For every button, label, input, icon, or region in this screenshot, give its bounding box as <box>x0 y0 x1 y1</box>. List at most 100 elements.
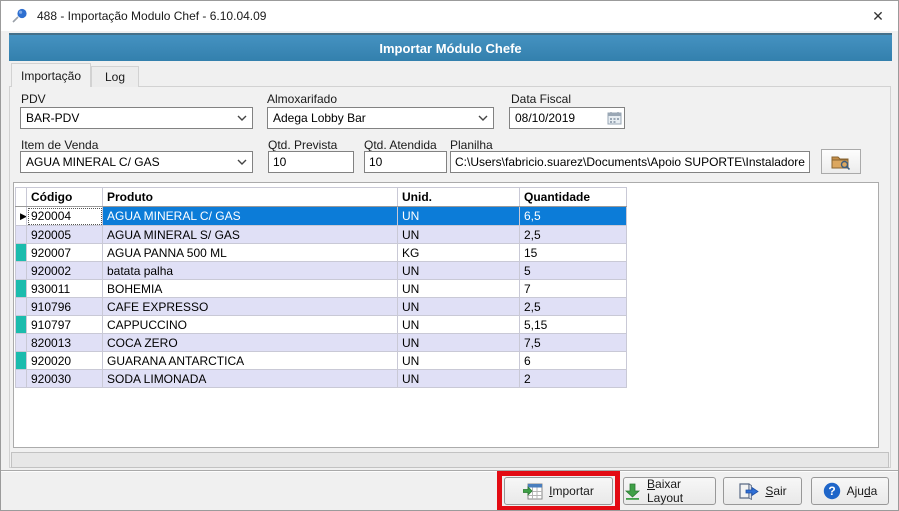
pdv-combobox[interactable]: BAR-PDV <box>20 107 253 129</box>
cell-unid[interactable]: UN <box>397 206 520 226</box>
qtd-atendida-input[interactable] <box>364 151 447 173</box>
cell-unid[interactable]: UN <box>397 315 520 334</box>
row-indicator: ▶ <box>15 206 27 226</box>
ajuda-button[interactable]: ? Ajuda <box>811 477 889 505</box>
table-row[interactable]: ▶ 920004 AGUA MINERAL C/ GAS UN 6,5 <box>15 206 627 226</box>
download-arrow-icon <box>624 483 641 500</box>
qtd-prevista-input[interactable] <box>268 151 354 173</box>
tab-importacao[interactable]: Importação <box>11 63 91 87</box>
almoxarifado-combobox[interactable]: Adega Lobby Bar <box>267 107 494 129</box>
cell-produto[interactable]: GUARANA ANTARCTICA <box>102 351 398 370</box>
data-fiscal-field[interactable]: 08/10/2019 <box>509 107 625 129</box>
table-row[interactable]: ▶ 910796 CAFE EXPRESSO UN 2,5 <box>15 297 627 316</box>
cell-produto[interactable]: CAFE EXPRESSO <box>102 297 398 316</box>
row-indicator: ▶ <box>15 297 27 316</box>
column-header-quantidade[interactable]: Quantidade <box>519 187 627 207</box>
baixar-layout-label: Baixar Layout <box>647 477 684 505</box>
tab-log[interactable]: Log <box>91 66 139 87</box>
cell-codigo[interactable]: 920002 <box>26 261 103 280</box>
planilha-label: Planilha <box>450 138 493 152</box>
almoxarifado-label: Almoxarifado <box>267 92 338 106</box>
row-indicator: ▶ <box>15 369 27 388</box>
item-venda-combobox[interactable]: AGUA MINERAL C/ GAS <box>20 151 253 173</box>
column-header-produto[interactable]: Produto <box>102 187 398 207</box>
qtd-prevista-label: Qtd. Prevista <box>268 138 338 152</box>
column-header-unid[interactable]: Unid. <box>397 187 520 207</box>
sair-label: Sair <box>765 484 787 498</box>
table-row[interactable]: ▶ 920020 GUARANA ANTARCTICA UN 6 <box>15 351 627 370</box>
cell-quantidade[interactable]: 7,5 <box>519 333 627 352</box>
data-fiscal-label: Data Fiscal <box>511 92 572 106</box>
cell-codigo[interactable]: 920004 <box>26 206 103 226</box>
planilha-input[interactable] <box>450 151 810 173</box>
cell-quantidade[interactable]: 2,5 <box>519 297 627 316</box>
almoxarifado-value: Adega Lobby Bar <box>273 111 366 125</box>
row-indicator: ▶ <box>15 351 27 370</box>
product-table: Código Produto Unid. Quantidade ▶ 920004… <box>15 187 627 388</box>
cell-quantidade[interactable]: 2,5 <box>519 225 627 244</box>
ajuda-label: Ajuda <box>846 484 878 498</box>
cell-unid[interactable]: UN <box>397 333 520 352</box>
importar-button[interactable]: Importar <box>504 477 613 505</box>
cell-quantidade[interactable]: 7 <box>519 279 627 298</box>
sair-button[interactable]: Sair <box>723 477 802 505</box>
cell-codigo[interactable]: 910797 <box>26 315 103 334</box>
cell-produto[interactable]: SODA LIMONADA <box>102 369 398 388</box>
cell-produto[interactable]: CAPPUCCINO <box>102 315 398 334</box>
cell-codigo[interactable]: 920005 <box>26 225 103 244</box>
item-venda-label: Item de Venda <box>21 138 99 152</box>
pdv-label: PDV <box>21 92 46 106</box>
folder-search-icon <box>831 156 851 170</box>
cell-produto[interactable]: AGUA MINERAL C/ GAS <box>102 206 398 226</box>
table-row[interactable]: ▶ 920030 SODA LIMONADA UN 2 <box>15 369 627 388</box>
table-row[interactable]: ▶ 920002 batata palha UN 5 <box>15 261 627 280</box>
cell-codigo[interactable]: 920030 <box>26 369 103 388</box>
table-row[interactable]: ▶ 920005 AGUA MINERAL S/ GAS UN 2,5 <box>15 225 627 244</box>
table-row[interactable]: ▶ 920007 AGUA PANNA 500 ML KG 15 <box>15 243 627 262</box>
cell-codigo[interactable]: 910796 <box>26 297 103 316</box>
row-indicator: ▶ <box>15 225 27 244</box>
help-icon: ? <box>823 482 840 500</box>
cell-unid[interactable]: UN <box>397 297 520 316</box>
chevron-down-icon[interactable] <box>473 115 493 121</box>
chevron-down-icon[interactable] <box>232 115 252 121</box>
baixar-layout-button[interactable]: Baixar Layout <box>623 477 716 505</box>
table-row[interactable]: ▶ 820013 COCA ZERO UN 7,5 <box>15 333 627 352</box>
cell-quantidade[interactable]: 5 <box>519 261 627 280</box>
cell-unid[interactable]: UN <box>397 351 520 370</box>
cell-codigo[interactable]: 820013 <box>26 333 103 352</box>
cell-produto[interactable]: AGUA PANNA 500 ML <box>102 243 398 262</box>
cell-produto[interactable]: AGUA MINERAL S/ GAS <box>102 225 398 244</box>
table-panel: Código Produto Unid. Quantidade ▶ 920004… <box>13 182 879 448</box>
close-icon[interactable]: ✕ <box>858 1 898 31</box>
import-spreadsheet-icon <box>523 483 543 499</box>
cell-produto[interactable]: COCA ZERO <box>102 333 398 352</box>
row-selector-arrow-icon: ▶ <box>20 211 27 221</box>
cell-quantidade[interactable]: 6,5 <box>519 206 627 226</box>
cell-unid[interactable]: KG <box>397 243 520 262</box>
cell-codigo[interactable]: 920020 <box>26 351 103 370</box>
calendar-icon[interactable] <box>604 111 624 125</box>
cell-quantidade[interactable]: 6 <box>519 351 627 370</box>
cell-unid[interactable]: UN <box>397 279 520 298</box>
cell-quantidade[interactable]: 5,15 <box>519 315 627 334</box>
table-row[interactable]: ▶ 910797 CAPPUCCINO UN 5,15 <box>15 315 627 334</box>
cell-quantidade[interactable]: 15 <box>519 243 627 262</box>
importar-label: Importar <box>549 484 594 498</box>
row-indicator: ▶ <box>15 315 27 334</box>
qtd-atendida-label: Qtd. Atendida <box>364 138 437 152</box>
cell-unid[interactable]: UN <box>397 225 520 244</box>
cell-codigo[interactable]: 930011 <box>26 279 103 298</box>
item-venda-value: AGUA MINERAL C/ GAS <box>26 155 160 169</box>
chevron-down-icon[interactable] <box>232 159 252 165</box>
table-row[interactable]: ▶ 930011 BOHEMIA UN 7 <box>15 279 627 298</box>
cell-quantidade[interactable]: 2 <box>519 369 627 388</box>
cell-produto[interactable]: BOHEMIA <box>102 279 398 298</box>
cell-produto[interactable]: batata palha <box>102 261 398 280</box>
browse-file-button[interactable] <box>821 149 861 174</box>
cell-unid[interactable]: UN <box>397 261 520 280</box>
cell-codigo[interactable]: 920007 <box>26 243 103 262</box>
cell-unid[interactable]: UN <box>397 369 520 388</box>
column-header-codigo[interactable]: Código <box>26 187 103 207</box>
row-indicator: ▶ <box>15 261 27 280</box>
